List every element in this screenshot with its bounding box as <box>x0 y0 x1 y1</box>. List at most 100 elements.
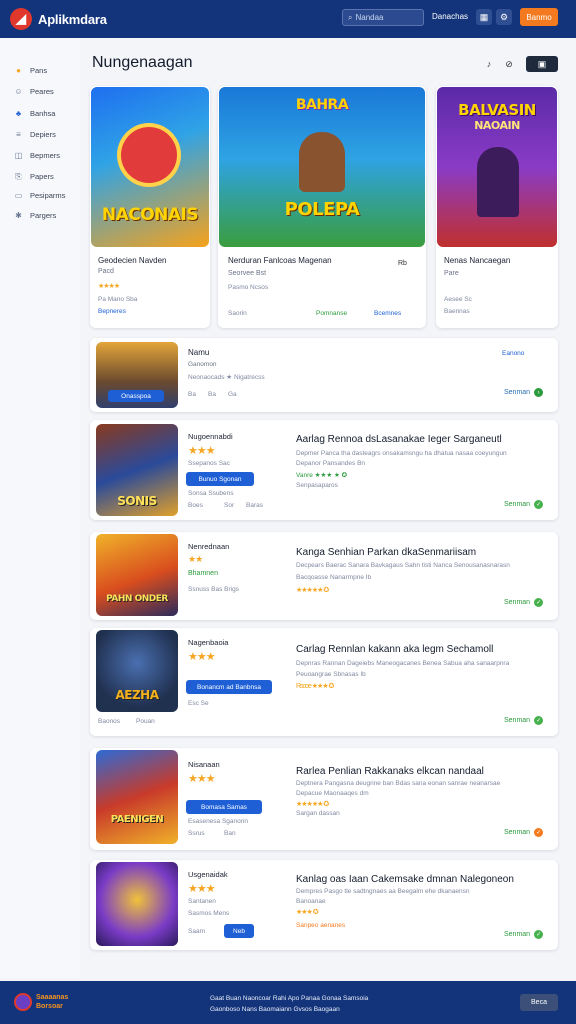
sidebar-item-3[interactable]: ♣ Banhsa <box>14 109 56 118</box>
item-desc-2: Depacue Maonaaqes dm <box>296 790 369 797</box>
sidebar-item-label: Pans <box>30 66 48 75</box>
side-action[interactable]: Eanono <box>502 350 524 357</box>
filter-icon[interactable]: ⊘ <box>500 56 518 72</box>
item-title: Namu <box>188 348 210 357</box>
more-link[interactable]: Senman ✓ <box>504 598 544 607</box>
sidebar-item-2[interactable]: ☺ Peares <box>14 87 53 96</box>
card-meta: Pasmo Ncsos <box>228 284 269 291</box>
item-desc-2: Bacqoasse Nanarmpne Ib <box>296 574 372 581</box>
link-label: Senman <box>504 501 531 508</box>
sidebar-item-6[interactable]: ⎘ Papers <box>14 172 53 181</box>
item-subtitle: Ganomon <box>188 361 217 368</box>
tag[interactable]: Ba <box>188 391 196 398</box>
sidebar-item-8[interactable]: ✱ Pargers <box>14 211 56 220</box>
featured-card-1[interactable]: NACONAIS Geodecien Navden Pacd ★★★★ Pa M… <box>90 86 210 328</box>
chat-icon: ◫ <box>14 151 23 160</box>
nav-link[interactable]: Danachas <box>432 12 468 21</box>
sidebar: ● Pans ☺ Peares ♣ Banhsa ≡ Depiers ◫ Bepmers … <box>0 38 80 978</box>
chip[interactable]: Ban <box>224 830 236 837</box>
item-desc-2: Depanor Pansandes Bn <box>296 460 366 467</box>
rating-stars: ★★★★ <box>98 283 120 290</box>
item-name: Nisanaan <box>188 760 220 769</box>
chip[interactable]: Boes <box>188 502 203 509</box>
list-item[interactable]: PAENIGEN Nisanaan ★★★ Bomasa Samas Esase… <box>90 748 558 850</box>
game-art: AEZHA <box>96 630 178 712</box>
chip[interactable]: Baonos <box>98 718 120 725</box>
rating-stars: ★★ <box>188 554 203 564</box>
sidebar-item-1[interactable]: ● Pans <box>14 66 47 75</box>
sort-icon[interactable]: ♪ <box>480 56 498 72</box>
chip[interactable]: Baras <box>246 502 263 509</box>
item-name: Nugoennabdi <box>188 432 233 441</box>
featured-card-3[interactable]: BALVASIN NAOAIN Nenas Nancaegan Pare Aes… <box>436 86 558 328</box>
chip[interactable]: Saorin <box>228 310 247 317</box>
card-meta: Aesee Sc <box>444 296 472 303</box>
search-box[interactable]: ⌕ <box>342 9 424 26</box>
chip-button[interactable]: Neb <box>224 924 254 938</box>
card-action[interactable]: Rb <box>398 260 407 267</box>
item-meta-2: Senpasaparos <box>296 482 338 489</box>
more-link[interactable]: Senman ✓ <box>504 930 544 939</box>
art-title: PAENIGEN <box>110 814 164 825</box>
chip[interactable]: Pomnanse <box>316 310 347 317</box>
footer-button[interactable]: Beca <box>520 994 558 1011</box>
footer-brand-line: Borsoar <box>36 1003 63 1010</box>
item-meta: Sonsa Ssubens <box>188 490 234 497</box>
sidebar-item-label: Depiers <box>30 130 56 139</box>
more-link[interactable]: Senman ✓ <box>504 716 544 725</box>
action-button[interactable]: Bunuo Sgonan <box>186 472 254 486</box>
list-item[interactable]: PAHN ONDER Nenrednaan ★★ Bhamnen Ssnuss … <box>90 532 558 620</box>
cta-button[interactable]: Banmo <box>520 8 558 26</box>
chip[interactable]: Ssrus <box>188 830 205 837</box>
footer-link-row[interactable]: Gaonboso Nans Baomaiann Gvsos Baogaan <box>210 1004 368 1015</box>
lock-icon[interactable]: ▣ <box>526 56 558 72</box>
item-headline: Kanga Senhian Parkan dkaSenmariisam <box>296 547 477 558</box>
user-icon: ☺ <box>14 87 23 96</box>
app-logo-icon[interactable]: ◢ <box>10 8 32 30</box>
sidebar-item-label: Pargers <box>30 211 57 220</box>
chip[interactable]: Pouan <box>136 718 155 725</box>
action-button[interactable]: Bonancm ad Banbnsa <box>186 680 272 694</box>
sidebar-item-5[interactable]: ◫ Bepmers <box>14 151 60 160</box>
rating-stars: ★★★ <box>188 651 216 663</box>
footer-link-row[interactable]: Gaat Buan Naoncoar Rahi Apo Panaa Gonaa … <box>210 993 368 1004</box>
item-desc: Decpears Baerac Sanara Bavkagaus Sahn ti… <box>296 562 510 569</box>
art-title: NAOAIN <box>474 119 520 132</box>
chip[interactable]: Bcemnes <box>374 310 401 317</box>
sidebar-item-7[interactable]: ▭ Pesiparms <box>14 191 66 200</box>
sidebar-item-4[interactable]: ≡ Depiers <box>14 130 56 139</box>
app-brand[interactable]: Aplikmdara <box>38 12 107 27</box>
grid-icon[interactable]: ▦ <box>476 9 492 25</box>
art-title: AEZHA <box>115 688 159 702</box>
more-link[interactable]: Senman ✓ <box>504 500 544 509</box>
top-bar: ◢ Aplikmdara ⌕ Danachas ▦ ⚙ Banmo <box>0 0 576 38</box>
search-input[interactable] <box>355 13 416 22</box>
list-item[interactable]: AEZHA Nagenbaoia ★★★ Bonancm ad Banbnsa … <box>90 628 558 736</box>
card-badge[interactable]: Bepneres <box>98 308 126 315</box>
footer-links[interactable]: Gaat Buan Naoncoar Rahi Apo Panaa Gonaa … <box>210 993 368 1015</box>
more-link[interactable]: Senman › <box>504 388 544 397</box>
action-button[interactable]: Bomasa Samas <box>186 800 262 814</box>
search-icon: ⌕ <box>348 12 353 22</box>
check-icon: ✓ <box>534 716 544 725</box>
page-title: Nungenaagan <box>92 54 193 71</box>
item-headline: Rarlea Penlian Rakkanaks elkcan nandaal <box>296 766 484 777</box>
link-label: Senman <box>504 931 531 938</box>
tag[interactable]: Ga <box>228 391 237 398</box>
chip[interactable]: Saam <box>188 928 205 935</box>
chip[interactable]: Sor <box>224 502 234 509</box>
item-headline: Aarlag Rennoa dsLasanakae Ieger Sarganeu… <box>296 434 502 445</box>
item-name: Nagenbaoia <box>188 638 229 647</box>
settings-icon[interactable]: ⚙ <box>496 9 512 25</box>
featured-card-2[interactable]: BAHRA POLEPA Nerduran Fanlcoas Magenan R… <box>218 86 426 328</box>
list-item[interactable]: SONIS Nugoennabdi ★★★ Ssepanos Sac Bunuo… <box>90 420 558 520</box>
tag[interactable]: Ba <box>208 391 216 398</box>
list-item[interactable]: Usgenaidak ★★★ Santanen Sasmos Mens Saam… <box>90 860 558 950</box>
play-button[interactable]: Onasspoa <box>108 390 164 402</box>
game-art: PAHN ONDER <box>96 534 178 616</box>
card-badge[interactable]: Baennas <box>444 308 470 315</box>
item-meta: Sasmos Mens <box>188 910 230 917</box>
item-name: Usgenaidak <box>188 870 228 879</box>
list-item[interactable]: Onasspoa Namu Ganomon Neonaocads ★ Nigat… <box>90 338 558 412</box>
more-link[interactable]: Senman ✓ <box>504 828 544 837</box>
